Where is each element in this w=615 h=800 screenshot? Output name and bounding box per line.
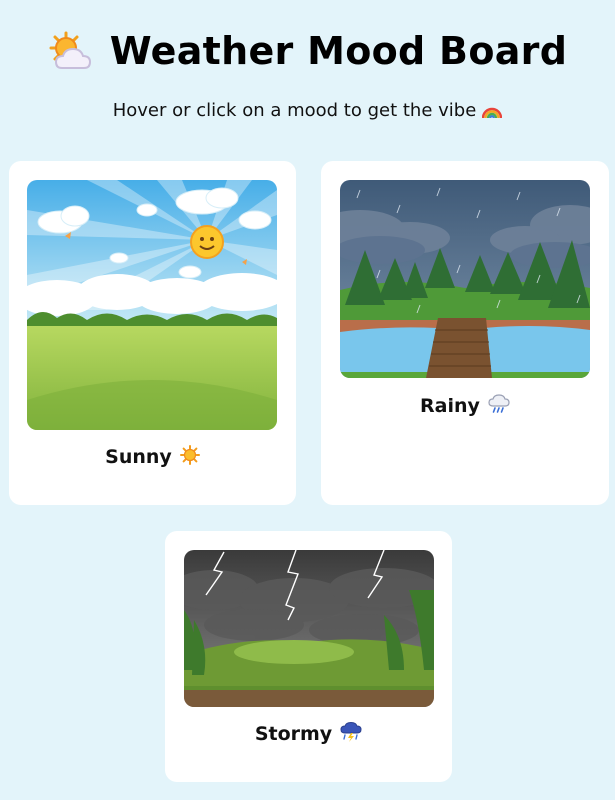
- sun-icon: [179, 445, 200, 470]
- rainbow-icon: [482, 101, 503, 124]
- mood-card-rainy[interactable]: Rainy: [321, 161, 609, 505]
- stormy-hill-illustration: [184, 550, 434, 707]
- header: Weather Mood Board: [0, 26, 615, 76]
- mood-card-stormy[interactable]: Stormy: [165, 531, 452, 782]
- rainy-forest-lake-illustration: [340, 180, 590, 378]
- subtitle-text: Hover or click on a mood to get the vibe: [112, 100, 477, 121]
- storm-cloud-icon: [340, 721, 362, 747]
- sun-behind-cloud-icon: [49, 31, 91, 69]
- mood-label-sunny: Sunny: [9, 445, 296, 470]
- subtitle: Hover or click on a mood to get the vibe: [0, 100, 615, 124]
- mood-card-sunny[interactable]: Sunny: [9, 161, 296, 505]
- mood-label-rainy: Rainy: [321, 394, 609, 419]
- mood-label-stormy: Stormy: [165, 721, 452, 747]
- sunny-meadow-illustration: [27, 180, 277, 430]
- rain-cloud-icon: [488, 394, 510, 419]
- page-title: Weather Mood Board: [109, 29, 568, 73]
